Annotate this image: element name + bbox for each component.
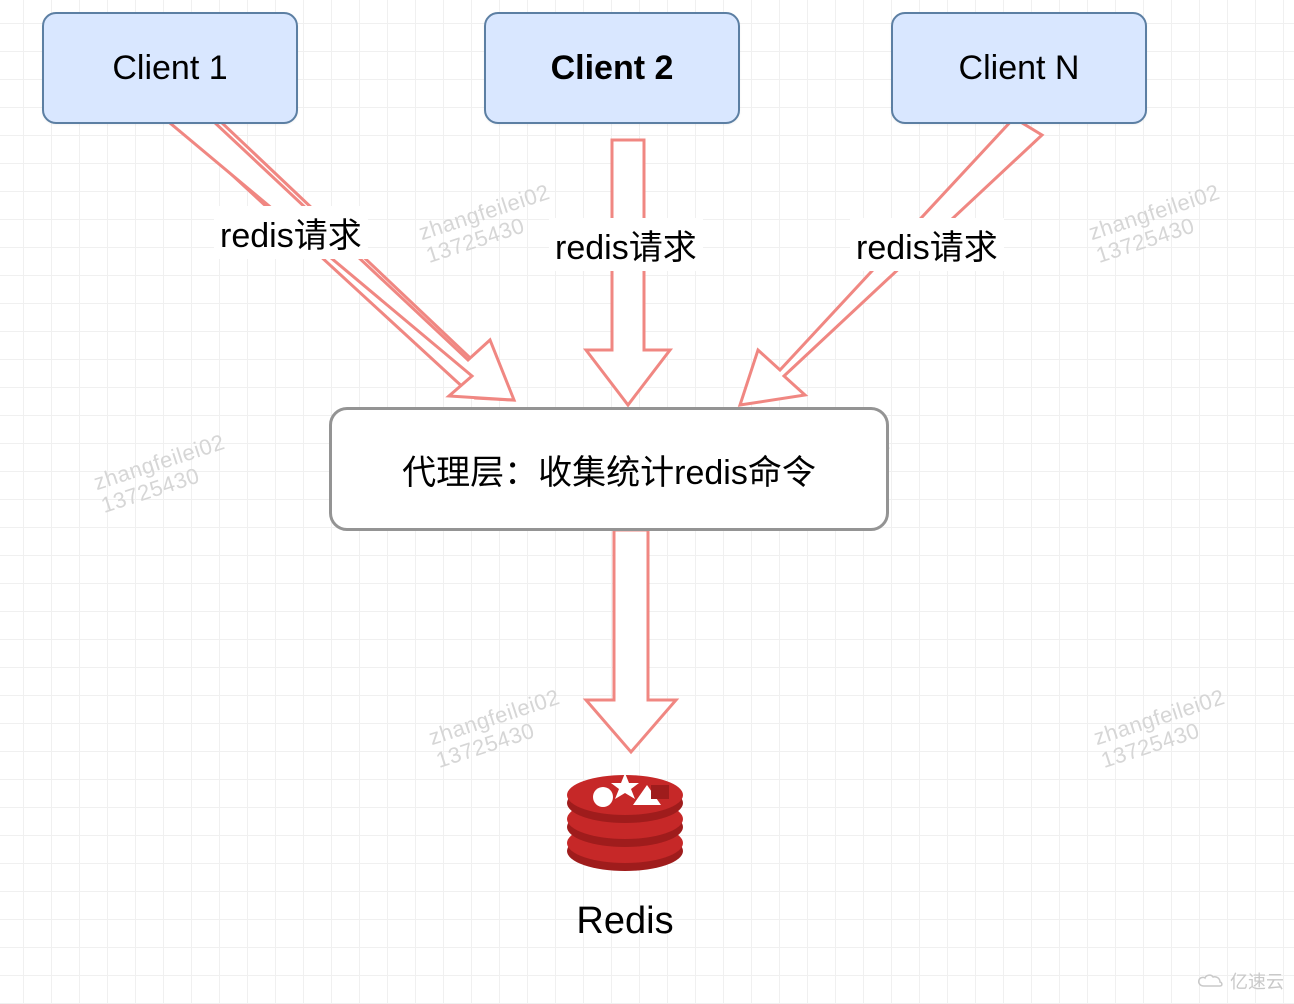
- watermark: zhangfeilei0213725430: [426, 685, 570, 773]
- edge-label-c1: redis请求: [214, 206, 368, 259]
- watermark: zhangfeilei0213725430: [1086, 180, 1230, 268]
- redis-label: Redis: [575, 900, 675, 943]
- edge-label-c2: redis请求: [549, 218, 703, 271]
- site-logo: 亿速云: [1196, 968, 1284, 994]
- node-client-n: Client N: [891, 12, 1147, 124]
- arrow-c2-proxy: [586, 140, 670, 405]
- edge-label-cN: redis请求: [850, 218, 1004, 271]
- cloud-icon: [1196, 972, 1224, 990]
- node-proxy: 代理层：收集统计redis命令: [329, 407, 889, 531]
- node-client-1: Client 1: [42, 12, 298, 124]
- redis-icon: [555, 755, 695, 875]
- diagram-canvas: zhangfeilei0213725430 zhangfeilei0213725…: [0, 0, 1294, 1004]
- watermark: zhangfeilei0213725430: [91, 430, 235, 518]
- node-label: Client N: [959, 49, 1080, 88]
- node-label: Client 2: [551, 49, 674, 88]
- node-client-2: Client 2: [484, 12, 740, 124]
- node-label: Client 1: [112, 49, 227, 88]
- watermark: zhangfeilei0213725430: [416, 180, 560, 268]
- watermark: zhangfeilei0213725430: [1091, 685, 1235, 773]
- arrow-proxy-redis: [586, 530, 676, 752]
- node-label: 代理层：收集统计redis命令: [402, 445, 816, 494]
